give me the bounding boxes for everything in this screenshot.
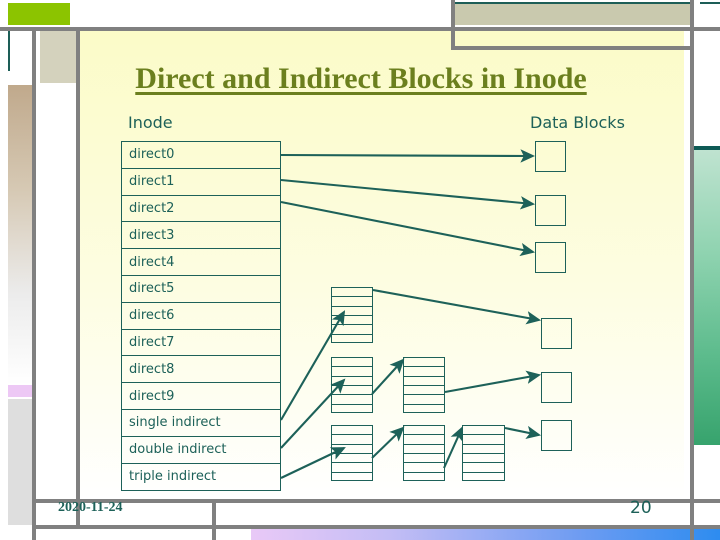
arrow-direct1-to-data xyxy=(280,178,536,210)
arrow-single-block-to-data xyxy=(372,288,542,325)
arrow-triple-l3-to-data xyxy=(504,425,542,440)
arrow-direct0-to-data xyxy=(280,149,536,163)
arrow-double-l1-to-l2 xyxy=(371,358,405,395)
arrow-triple-indirect-to-block xyxy=(280,447,346,479)
footer-page-number: 20 xyxy=(630,498,652,518)
arrow-triple-l2-to-l3 xyxy=(443,426,463,469)
pointer-arrows-layer xyxy=(280,149,542,479)
slide-canvas: Direct and Indirect Blocks in Inode Inod… xyxy=(0,0,720,540)
arrow-double-indirect-to-block xyxy=(280,378,346,449)
arrow-direct2-to-data xyxy=(280,200,536,257)
arrow-double-l2-to-data xyxy=(444,370,542,394)
footer-date: 2020-11-24 xyxy=(58,500,123,515)
arrow-triple-l1-to-l2 xyxy=(371,426,405,459)
arrow-single-indirect-to-block xyxy=(280,310,346,421)
